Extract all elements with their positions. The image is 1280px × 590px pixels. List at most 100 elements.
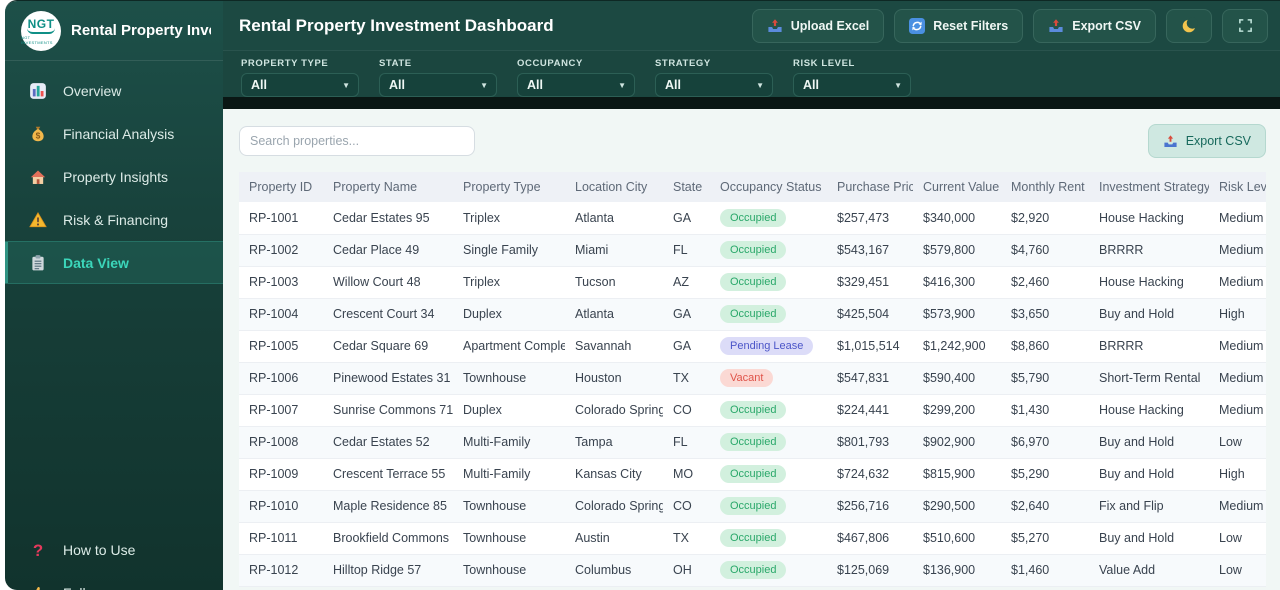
- table-cell: Brookfield Commons 84: [323, 522, 453, 555]
- filter-strategy-select[interactable]: All ▼: [655, 73, 773, 97]
- search-input[interactable]: [239, 126, 475, 156]
- occupancy-status-cell: Occupied: [710, 266, 827, 299]
- filter-property-type-select[interactable]: All ▼: [241, 73, 359, 97]
- thumbs-up-icon: [29, 584, 47, 590]
- sidebar-item-follow[interactable]: Follow: [5, 571, 223, 590]
- table-cell: Medium: [1209, 330, 1266, 363]
- theme-toggle-button[interactable]: [1166, 8, 1212, 43]
- sidebar-item-financial-analysis[interactable]: $ Financial Analysis: [5, 112, 223, 155]
- page-title: Rental Property Investment Dashboard: [239, 15, 554, 35]
- table-cell: Townhouse: [453, 362, 565, 395]
- filter-property-type: PROPERTY TYPE All ▼: [241, 55, 359, 97]
- filter-selected-value: All: [665, 78, 681, 92]
- logo-subtext: NGT INVESTMENTS: [21, 34, 53, 45]
- occupancy-status-cell: Occupied: [710, 234, 827, 267]
- table-cell: Triplex: [453, 202, 565, 235]
- export-csv-table-button[interactable]: Export CSV: [1147, 124, 1266, 158]
- table-cell: Value Add: [1089, 554, 1209, 587]
- table-cell: $543,167: [827, 234, 913, 267]
- filter-risk-level-select[interactable]: All ▼: [793, 73, 911, 97]
- filter-label: PROPERTY TYPE: [241, 58, 329, 69]
- table-cell: Townhouse: [453, 554, 565, 587]
- table-cell: Crescent Court 34: [323, 298, 453, 331]
- table-cell: Sunrise Commons 71: [323, 394, 453, 427]
- table-cell: Low: [1209, 554, 1266, 587]
- column-header-monthly-rent: Monthly Rent: [1001, 172, 1089, 202]
- table-cell: CO: [663, 394, 710, 427]
- question-icon: ?: [29, 541, 47, 559]
- svg-text:$: $: [36, 130, 41, 140]
- upload-tray-icon: [1048, 18, 1064, 34]
- sidebar-item-overview[interactable]: Overview: [5, 69, 223, 112]
- table-header: Property ID Property Name Property Type Loc…: [239, 172, 1266, 202]
- table-cell: $257,473: [827, 202, 913, 235]
- table-cell: RP-1002: [239, 234, 323, 267]
- reset-filters-button[interactable]: Reset Filters: [894, 8, 1024, 43]
- sidebar-item-risk-financing[interactable]: Risk & Financing: [5, 198, 223, 241]
- sidebar-nav: Overview $ Financial Analysis Property Insi…: [5, 69, 223, 284]
- filter-strategy: STRATEGY All ▼: [655, 55, 773, 97]
- status-badge: Vacant: [720, 369, 774, 387]
- table-cell: Crescent Terrace 55: [323, 458, 453, 491]
- table-cell: $2,640: [1001, 490, 1089, 523]
- properties-table: Property ID Property Name Property Type Loc…: [239, 172, 1266, 587]
- table-cell: Buy and Hold: [1089, 426, 1209, 459]
- table-cell: RP-1011: [239, 522, 323, 555]
- table-cell: $329,451: [827, 266, 913, 299]
- filter-label: STATE: [379, 58, 412, 69]
- table-cell: FL: [663, 426, 710, 459]
- company-logo: NGT NGT INVESTMENTS: [21, 10, 61, 51]
- column-header-current-value: Current Value: [913, 172, 1001, 202]
- table-cell: $590,400: [913, 362, 1001, 395]
- sidebar: NGT NGT INVESTMENTS Rental Property Inve…: [5, 1, 223, 590]
- table-row: RP-1001 Cedar Estates 95 Triplex Atlanta GA O…: [239, 202, 1266, 235]
- table-cell: MO: [663, 458, 710, 491]
- table-cell: Willow Court 48: [323, 266, 453, 299]
- header-button-label: Reset Filters: [933, 18, 1009, 33]
- table-cell: RP-1003: [239, 266, 323, 299]
- occupancy-status-cell: Occupied: [710, 298, 827, 331]
- column-header-location-city: Location City: [565, 172, 663, 202]
- reset-icon: [909, 17, 926, 34]
- occupancy-status-cell: Occupied: [710, 426, 827, 459]
- table-cell: Savannah: [565, 330, 663, 363]
- table-cell: Duplex: [453, 394, 565, 427]
- export-csv-button[interactable]: Export CSV: [1033, 8, 1156, 43]
- table-cell: Kansas City: [565, 458, 663, 491]
- occupancy-status-cell: Occupied: [710, 202, 827, 235]
- filter-occupancy-select[interactable]: All ▼: [517, 73, 635, 97]
- sidebar-item-property-insights[interactable]: Property Insights: [5, 155, 223, 198]
- occupancy-status-cell: Occupied: [710, 394, 827, 427]
- filter-risk-level: RISK LEVEL All ▼: [793, 55, 911, 97]
- table-cell: Duplex: [453, 298, 565, 331]
- filter-selected-value: All: [803, 78, 819, 92]
- table-cell: Townhouse: [453, 522, 565, 555]
- table-cell: $2,460: [1001, 266, 1089, 299]
- column-header-state: State: [663, 172, 710, 202]
- fullscreen-button[interactable]: [1222, 8, 1268, 43]
- table-cell: RP-1009: [239, 458, 323, 491]
- sidebar-item-data-view[interactable]: Data View: [5, 241, 223, 284]
- table-cell: Medium: [1209, 490, 1266, 523]
- filter-state-select[interactable]: All ▼: [379, 73, 497, 97]
- filter-selected-value: All: [251, 78, 267, 92]
- table-cell: RP-1007: [239, 394, 323, 427]
- logo-text: NGT: [26, 17, 56, 34]
- table-cell: House Hacking: [1089, 394, 1209, 427]
- table-cell: High: [1209, 298, 1266, 331]
- column-header-property-id: Property ID: [239, 172, 323, 202]
- upload-excel-button[interactable]: Upload Excel: [751, 8, 885, 43]
- content-area: Export CSV Property IDProperty NamePrope…: [223, 109, 1280, 590]
- sidebar-item-label: Property Insights: [63, 168, 169, 185]
- table-cell: TX: [663, 362, 710, 395]
- occupancy-status-cell: Occupied: [710, 458, 827, 491]
- table-row: RP-1002 Cedar Place 49 Single Family Miami F…: [239, 234, 1266, 267]
- sidebar-footer-nav: ? How to Use Follow: [5, 528, 223, 590]
- table-cell: $416,300: [913, 266, 1001, 299]
- occupancy-status-cell: Occupied: [710, 490, 827, 523]
- table-cell: $290,500: [913, 490, 1001, 523]
- bar-chart-icon: [29, 82, 47, 100]
- table-cell: RP-1006: [239, 362, 323, 395]
- table-cell: Tampa: [565, 426, 663, 459]
- sidebar-item-how-to-use[interactable]: ? How to Use: [5, 528, 223, 571]
